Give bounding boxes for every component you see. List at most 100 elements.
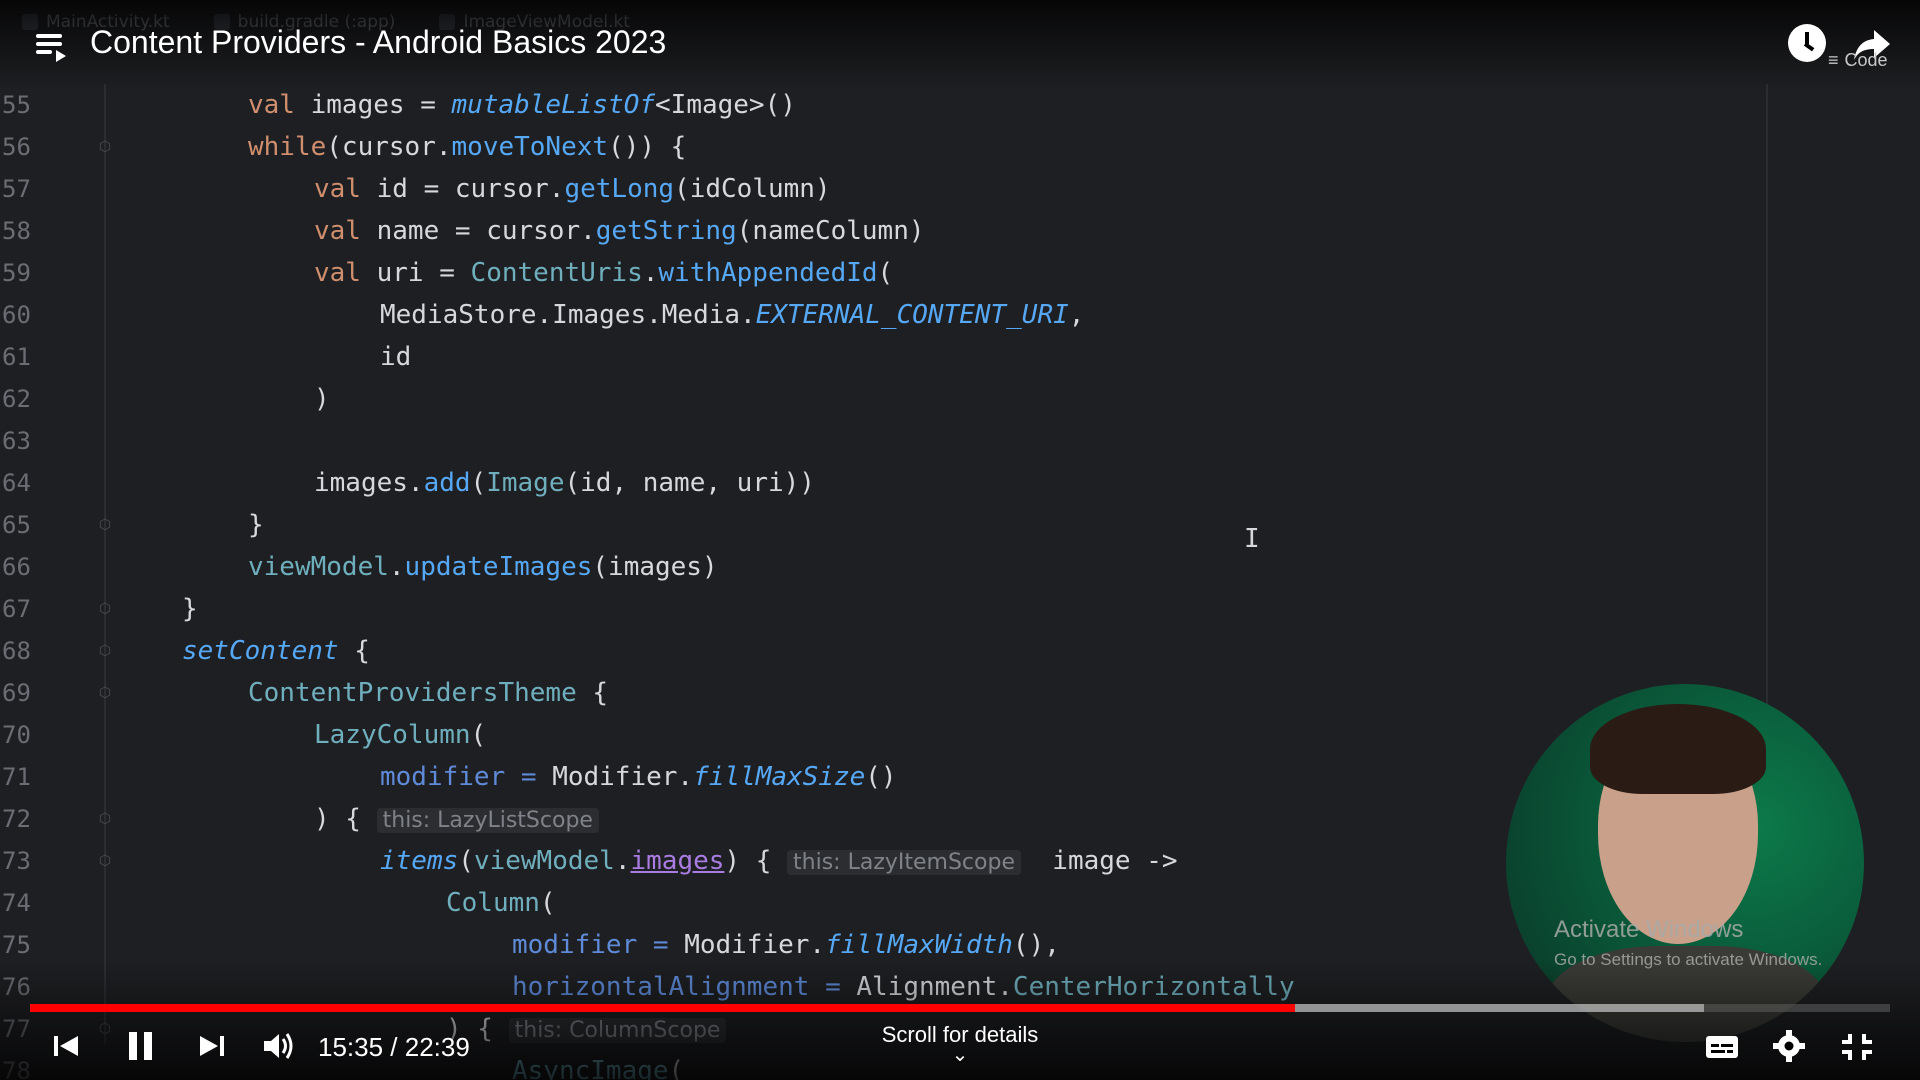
code-token: LazyColumn (314, 720, 471, 750)
fold-marker-icon[interactable]: ⬡ (97, 685, 113, 701)
code-line: 59 val uri = ContentUris.withAppendedId( (0, 252, 1920, 294)
fold-marker-icon[interactable]: ⬡ (97, 517, 113, 533)
chevron-down-icon: ⌄ (951, 1044, 969, 1066)
code-token: images. (314, 468, 424, 498)
text-cursor-icon: I (1244, 524, 1260, 554)
code-token: val (314, 258, 377, 288)
volume-icon[interactable] (262, 1026, 296, 1066)
code-token: withAppendedId (658, 258, 878, 288)
code-token: fillMaxSize (693, 762, 866, 792)
code-text: images.add(Image(id, name, uri)) (314, 462, 815, 504)
list-icon: ≡ (1828, 50, 1839, 70)
line-number: 74 (2, 889, 31, 917)
code-token: updateImages (404, 552, 593, 582)
code-token: ( (470, 720, 487, 750)
line-number: 72 (2, 805, 31, 833)
fold-marker-icon[interactable]: ⬡ (97, 811, 113, 827)
code-text: while(cursor.moveToNext()) { (248, 126, 686, 168)
presenter-hair (1590, 704, 1766, 794)
code-text: val images = mutableListOf<Image>() (248, 84, 796, 126)
watch-later-icon[interactable] (1788, 24, 1826, 62)
code-token: id (380, 342, 412, 372)
code-token: image -> (1021, 846, 1178, 876)
code-button-label: Code (1844, 50, 1888, 70)
code-text: viewModel.updateImages(images) (248, 546, 718, 588)
settings-gear-icon[interactable] (1772, 1026, 1806, 1066)
playlist-menu-icon[interactable] (32, 28, 68, 64)
code-line: 58 val name = cursor.getString(nameColumn… (0, 210, 1920, 252)
fold-marker-icon[interactable]: ⬡ (97, 601, 113, 617)
fold-marker-icon[interactable]: ⬡ (97, 139, 113, 155)
fold-marker-icon[interactable]: ⬡ (97, 643, 113, 659)
code-token: mutableListOf (451, 90, 656, 120)
fold-marker-icon[interactable]: ⬡ (97, 853, 113, 869)
video-frame[interactable]: MainActivity.ktbuild.gradle (:app)ImageV… (0, 0, 1920, 1080)
line-number: 65 (2, 511, 31, 539)
code-token: moveToNext (451, 132, 609, 162)
code-token: . (388, 552, 405, 582)
code-text: id (380, 336, 411, 378)
progress-bar[interactable] (30, 1004, 1890, 1012)
code-token: fillMaxWidth (825, 930, 1013, 960)
code-token: modifier = (380, 762, 553, 792)
line-number: 55 (2, 91, 31, 119)
code-token: { (576, 678, 609, 708)
code-text: } (182, 588, 198, 630)
code-token: add (423, 468, 471, 498)
scroll-for-details[interactable]: Scroll for details ⌄ (876, 1022, 1044, 1066)
line-number: 71 (2, 763, 31, 791)
inlay-hint: this: LazyListScope (376, 808, 599, 833)
code-text: val id = cursor.getLong(idColumn) (314, 168, 831, 210)
line-number: 60 (2, 301, 31, 329)
code-token: } (182, 594, 198, 624)
line-number: 64 (2, 469, 31, 497)
code-token: . (642, 258, 659, 288)
code-token: val (314, 216, 377, 246)
code-text: setContent { (182, 630, 370, 672)
code-text: Column( (446, 882, 556, 924)
code-token: (cursor. (326, 132, 452, 162)
code-token: id = cursor. (376, 174, 565, 204)
line-number: 69 (2, 679, 31, 707)
code-token: () (865, 762, 897, 792)
code-text: modifier = Modifier.fillMaxSize() (380, 756, 897, 798)
code-line: 66 viewModel.updateImages(images) (0, 546, 1920, 588)
code-token: viewModel (248, 552, 389, 582)
code-token: uri = (376, 258, 471, 288)
code-line: 65 ⬡} (0, 504, 1920, 546)
code-line: 55 val images = mutableListOf<Image>() (0, 84, 1920, 126)
subtitles-icon[interactable] (1704, 1026, 1740, 1066)
code-line: 56 ⬡ while(cursor.moveToNext()) { (0, 126, 1920, 168)
code-line: 60 MediaStore.Images.Media.EXTERNAL_CONTE… (0, 294, 1920, 336)
line-number: 67 (2, 595, 31, 623)
code-text: val name = cursor.getString(nameColumn) (314, 210, 925, 252)
previous-icon[interactable] (52, 1026, 82, 1066)
line-number: 62 (2, 385, 31, 413)
progress-played (30, 1004, 1295, 1012)
code-token: ()) { (608, 132, 687, 162)
time-display: 15:35 / 22:39 (318, 1032, 470, 1062)
code-token: ) (314, 384, 330, 414)
exit-fullscreen-icon[interactable] (1840, 1026, 1874, 1066)
code-line: 68 ⬡ setContent { (0, 630, 1920, 672)
code-token: . (614, 846, 631, 876)
code-line: 57 val id = cursor.getLong(idColumn) (0, 168, 1920, 210)
code-button[interactable]: ≡ Code (1828, 50, 1888, 71)
inlay-hint: this: LazyItemScope (787, 850, 1021, 875)
next-icon[interactable] (196, 1026, 226, 1066)
code-token: (id, name, uri)) (564, 468, 815, 498)
code-token: images = (310, 90, 452, 120)
code-token: images (630, 846, 725, 876)
pause-icon[interactable] (126, 1026, 156, 1066)
code-token: getLong (564, 174, 675, 204)
code-text: LazyColumn( (314, 714, 486, 756)
code-token: ( (458, 846, 474, 876)
code-token: setContent (182, 636, 339, 666)
code-token: (idColumn) (674, 174, 831, 204)
code-token: ( (539, 888, 556, 918)
video-title[interactable]: Content Providers - Android Basics 2023 (90, 24, 666, 61)
code-line: 67 ⬡} (0, 588, 1920, 630)
code-line: 61 id (0, 336, 1920, 378)
code-text: ) { this: LazyListScope (314, 798, 599, 842)
code-token: <Image>() (655, 90, 796, 120)
